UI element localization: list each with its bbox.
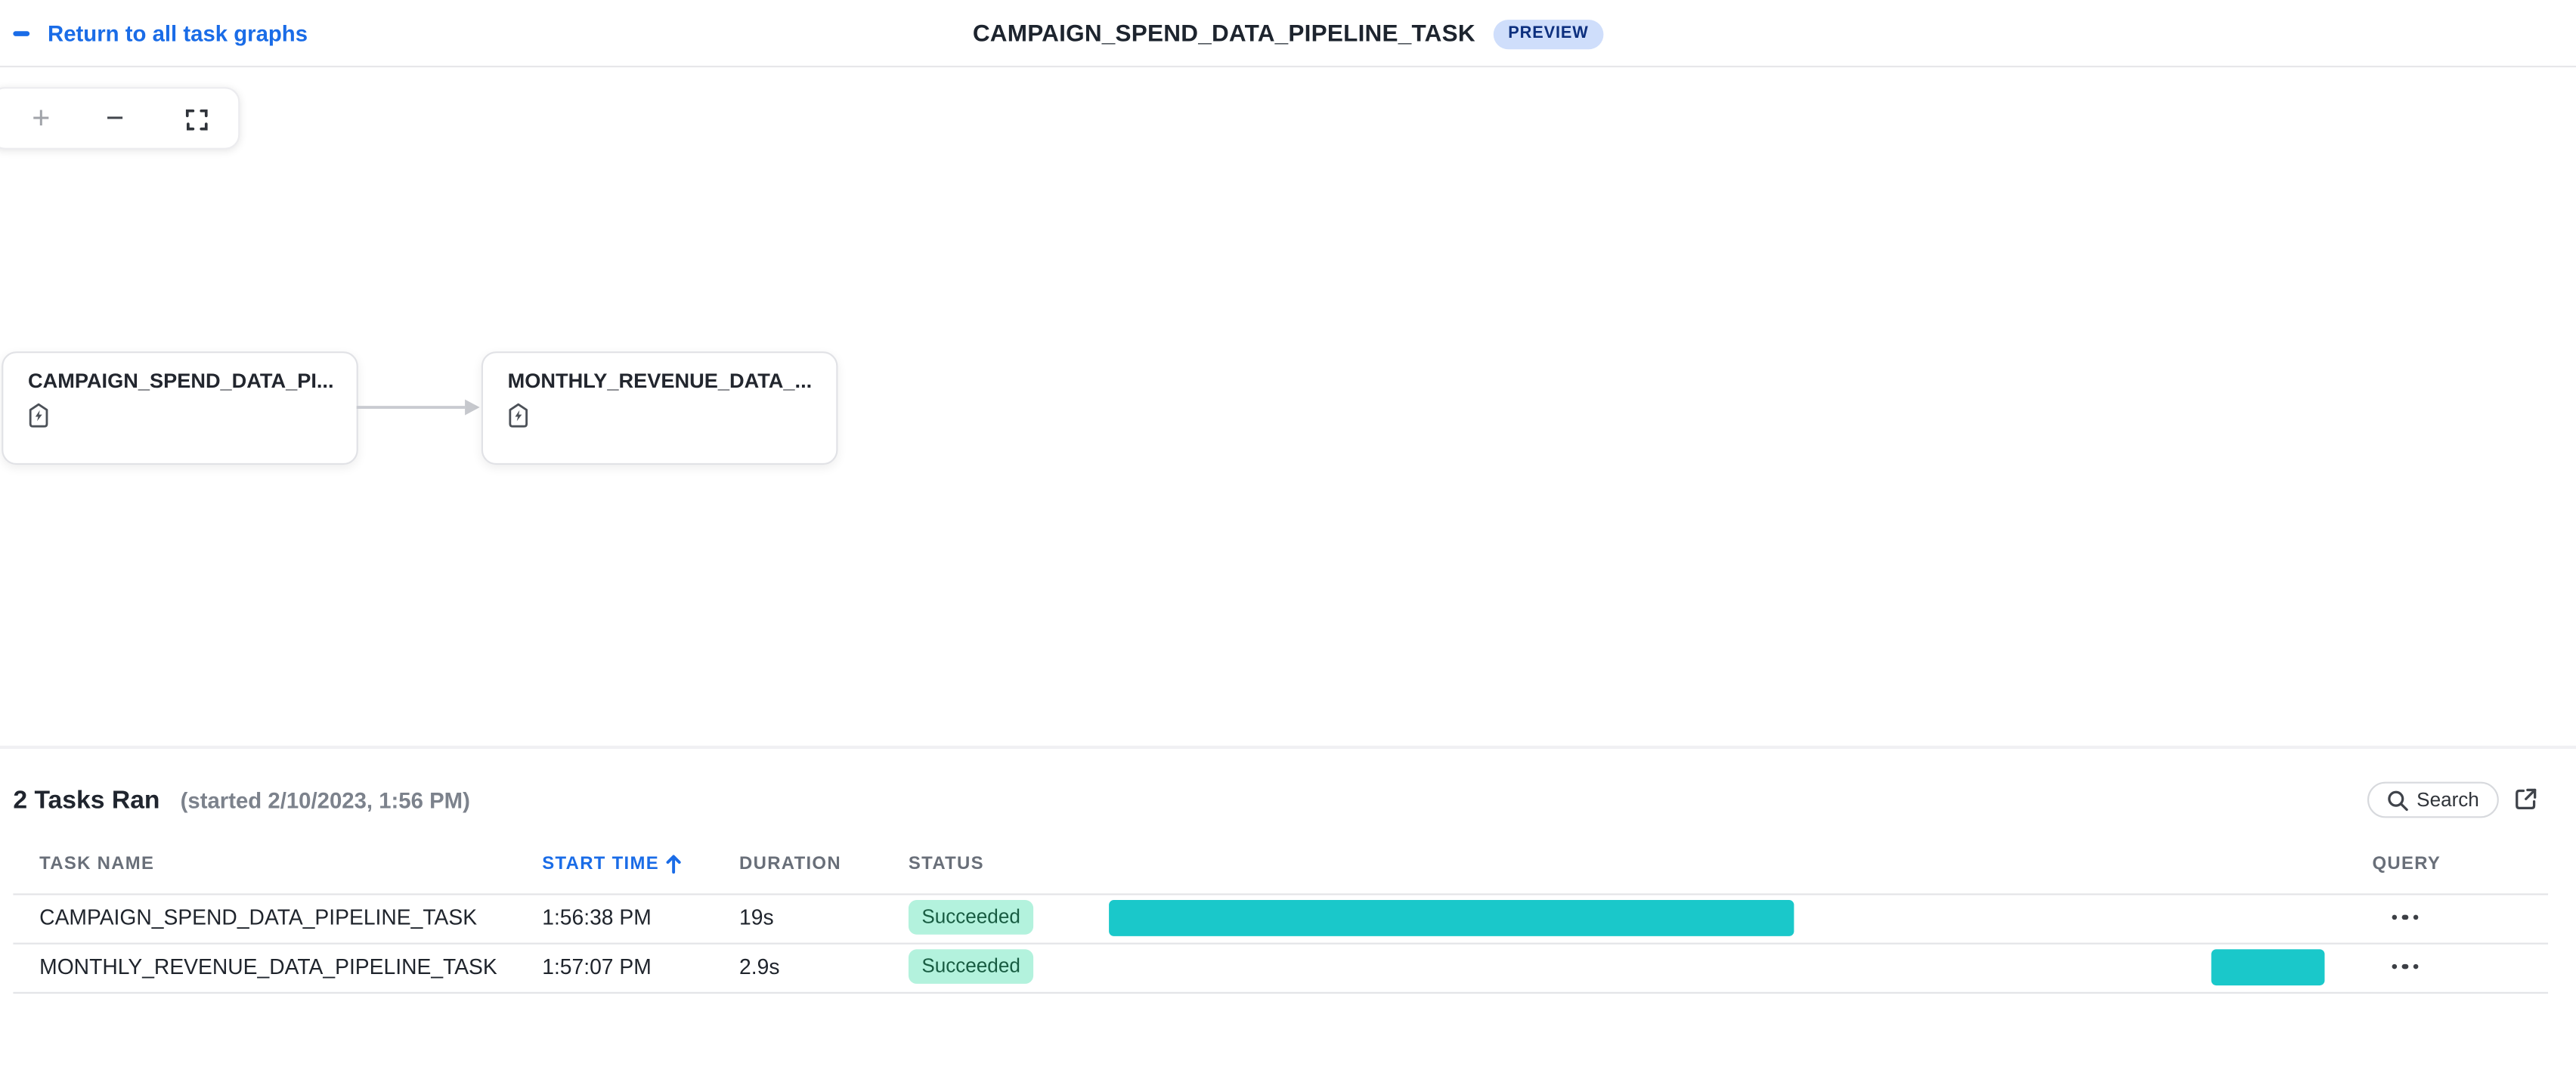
ellipsis-icon	[2392, 963, 2398, 969]
tasks-count: 2 Tasks Ran	[13, 787, 160, 815]
node-label: CAMPAIGN_SPEND_DATA_PI...	[27, 370, 334, 393]
status-cell: Succeeded	[908, 892, 1034, 942]
start-time-cell: 1:57:07 PM	[542, 954, 652, 979]
collapse-dash-icon[interactable]	[13, 31, 30, 36]
task-graph-page: Return to all task graphs CAMPAIGN_SPEND…	[0, 0, 2576, 1070]
task-icon	[29, 403, 48, 428]
tasks-ran-heading: 2 Tasks Ran (started 2/10/2023, 1:56 PM)	[13, 787, 469, 816]
duration-cell: 19s	[739, 905, 774, 930]
preview-badge: PREVIEW	[1493, 18, 1604, 49]
sort-ascending-icon	[666, 855, 682, 874]
table-row[interactable]: MONTHLY_REVENUE_DATA_PIPELINE_TASK 1:57:…	[0, 942, 2576, 991]
tasks-started-time: (started 2/10/2023, 1:56 PM)	[180, 788, 470, 813]
table-row[interactable]: CAMPAIGN_SPEND_DATA_PIPELINE_TASK 1:56:3…	[0, 892, 2576, 942]
ellipsis-icon	[2392, 914, 2398, 920]
graph-zoom-toolbar: + −	[0, 87, 240, 150]
task-name-cell: MONTHLY_REVENUE_DATA_PIPELINE_TASK	[39, 954, 497, 979]
graph-edge-arrow	[356, 399, 480, 416]
graph-node-campaign-spend[interactable]: CAMPAIGN_SPEND_DATA_PI...	[2, 351, 358, 465]
search-button[interactable]: Search	[2367, 781, 2499, 818]
page-title: CAMPAIGN_SPEND_DATA_PIPELINE_TASK	[972, 20, 1475, 47]
graph-node-monthly-revenue[interactable]: MONTHLY_REVENUE_DATA_...	[481, 351, 838, 465]
gantt-bar[interactable]	[2210, 949, 2324, 985]
search-button-label: Search	[2417, 788, 2479, 812]
search-icon	[2388, 790, 2408, 811]
row-divider	[13, 991, 2549, 993]
zoom-out-button[interactable]: −	[91, 88, 140, 151]
query-menu-button[interactable]	[2372, 892, 2438, 942]
open-in-new-icon[interactable]	[2512, 785, 2540, 813]
fit-to-screen-icon	[185, 109, 208, 131]
column-header-status[interactable]: STATUS	[909, 854, 984, 874]
column-header-start-time[interactable]: START TIME	[542, 854, 682, 874]
duration-cell: 2.9s	[739, 954, 780, 979]
task-icon	[509, 403, 528, 428]
node-label: MONTHLY_REVENUE_DATA_...	[507, 370, 813, 393]
back-navigation[interactable]: Return to all task graphs	[13, 0, 308, 67]
column-header-task-name[interactable]: TASK NAME	[39, 854, 154, 874]
fit-to-screen-button[interactable]	[172, 88, 221, 151]
column-header-query: QUERY	[2372, 854, 2441, 874]
column-header-duration[interactable]: DURATION	[739, 854, 841, 874]
header-title-group: CAMPAIGN_SPEND_DATA_PIPELINE_TASK PREVIE…	[972, 0, 1604, 67]
status-cell: Succeeded	[908, 942, 1034, 991]
panel-divider	[0, 745, 2576, 749]
return-link[interactable]: Return to all task graphs	[48, 21, 308, 46]
status-badge: Succeeded	[908, 900, 1034, 935]
query-menu-button[interactable]	[2372, 942, 2438, 991]
start-time-cell: 1:56:38 PM	[542, 905, 652, 930]
status-badge: Succeeded	[908, 949, 1034, 984]
task-name-cell: CAMPAIGN_SPEND_DATA_PIPELINE_TASK	[39, 905, 478, 930]
top-header: Return to all task graphs CAMPAIGN_SPEND…	[0, 0, 2576, 68]
gantt-bar[interactable]	[1109, 900, 1794, 935]
zoom-in-button[interactable]: +	[17, 88, 66, 151]
